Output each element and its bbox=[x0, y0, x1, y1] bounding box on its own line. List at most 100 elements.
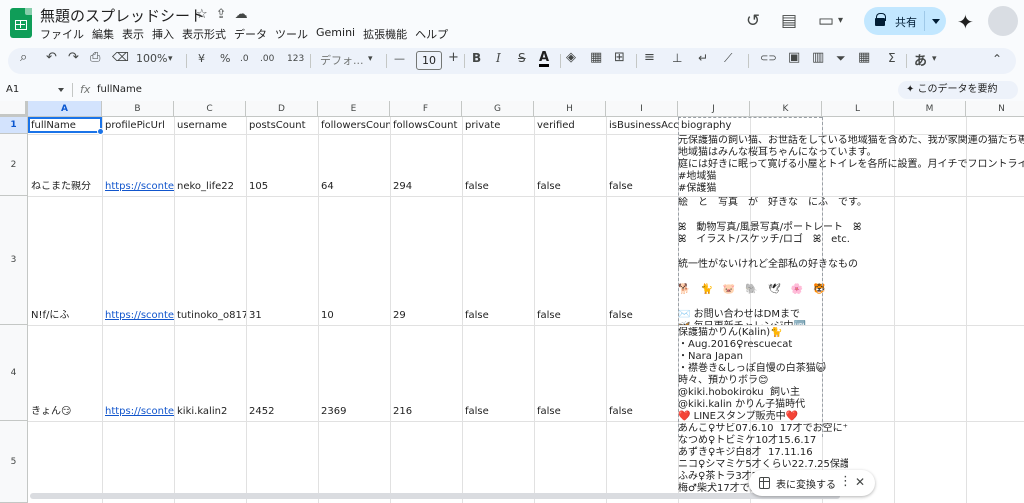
convert-to-table-chip[interactable]: 表に変換する ⋮ ✕ bbox=[749, 470, 875, 496]
header-cell[interactable]: isBusinessAccount bbox=[606, 120, 678, 132]
sheets-logo-icon[interactable] bbox=[10, 8, 32, 38]
move-to-folder-icon[interactable]: ⇪ bbox=[216, 7, 227, 22]
menu-extensions[interactable]: 拡張機能 bbox=[363, 26, 413, 42]
cell-fullname[interactable]: ねこまた親分 bbox=[28, 181, 102, 193]
cell-verified[interactable]: false bbox=[534, 406, 606, 418]
header-cell[interactable]: followsCount bbox=[390, 120, 462, 132]
horizontal-align-icon[interactable]: ≡ bbox=[644, 50, 655, 65]
insert-chart-icon[interactable]: ▥ bbox=[812, 50, 824, 65]
text-color-button[interactable]: A bbox=[539, 50, 550, 67]
cell-posts-count[interactable]: 2452 bbox=[246, 406, 318, 418]
column-header-a[interactable]: A bbox=[28, 101, 102, 117]
column-header-e[interactable]: E bbox=[318, 101, 390, 117]
cell-followers-count[interactable]: 2369 bbox=[318, 406, 390, 418]
cell-biography[interactable]: 元保護猫の飼い猫、お世話をしている地域猫を含めた、我が家関連の猫たち専用 地域猫… bbox=[678, 135, 1024, 196]
zoom-caret-icon[interactable]: ▾ bbox=[168, 54, 173, 64]
increase-decimal-button[interactable]: .00 bbox=[260, 54, 274, 64]
column-header-f[interactable]: F bbox=[390, 101, 462, 117]
meet-caret-icon[interactable]: ▾ bbox=[838, 15, 843, 26]
document-title[interactable]: 無題のスプレッドシート bbox=[40, 5, 205, 26]
decrease-font-size-button[interactable]: — bbox=[394, 52, 405, 65]
cell-posts-count[interactable]: 31 bbox=[246, 310, 318, 322]
row-header-4[interactable]: 4 bbox=[0, 325, 28, 421]
cell-username[interactable]: neko_life22 bbox=[174, 181, 246, 193]
cell-verified[interactable]: false bbox=[534, 310, 606, 322]
row-header-1[interactable]: 1 bbox=[0, 117, 28, 134]
print-icon[interactable]: ⎙ bbox=[90, 50, 100, 65]
filter-views-icon[interactable]: ▦ bbox=[858, 50, 870, 65]
text-wrap-icon[interactable]: ↵ bbox=[698, 51, 708, 65]
more-options-icon[interactable]: ⋮ bbox=[839, 474, 852, 489]
bold-button[interactable]: B bbox=[472, 51, 481, 65]
header-cell[interactable]: username bbox=[174, 120, 246, 132]
cell-is-business[interactable]: false bbox=[606, 310, 678, 322]
currency-button[interactable]: ¥ bbox=[198, 52, 205, 65]
input-tools-button[interactable]: あ bbox=[914, 50, 927, 69]
column-header-m[interactable]: M bbox=[894, 101, 966, 117]
insert-link-icon[interactable]: ⊂⊃ bbox=[760, 53, 777, 64]
cell-username[interactable]: kiki.kalin2 bbox=[174, 406, 246, 418]
star-icon[interactable]: ☆ bbox=[196, 7, 208, 22]
functions-icon[interactable]: Σ bbox=[888, 51, 896, 65]
cell-private[interactable]: false bbox=[462, 181, 534, 193]
active-cell-selection[interactable] bbox=[28, 117, 104, 135]
number-format-button[interactable]: 123 bbox=[287, 54, 304, 64]
cell-follows-count[interactable]: 216 bbox=[390, 406, 462, 418]
italic-button[interactable]: I bbox=[496, 51, 501, 65]
header-cell[interactable]: biography bbox=[678, 120, 750, 132]
fill-color-icon[interactable]: ◈ bbox=[566, 50, 576, 65]
share-button[interactable]: 共有 bbox=[864, 7, 946, 35]
menu-file[interactable]: ファイル bbox=[40, 26, 90, 42]
cell-biography[interactable]: 絵 と 写真 が 好きな にふ です。 ꕤ 動物写真/風景写真/ポートレート ꕤ… bbox=[678, 197, 1024, 325]
insert-comment-icon[interactable]: ▣ bbox=[788, 50, 800, 65]
avatar[interactable] bbox=[988, 6, 1018, 36]
cell-private[interactable]: false bbox=[462, 310, 534, 322]
close-icon[interactable]: ✕ bbox=[855, 475, 865, 489]
cell-username[interactable]: tutinoko_o817 bbox=[174, 310, 246, 322]
cell-fullname[interactable]: きょん😏 bbox=[28, 406, 102, 418]
column-header-n[interactable]: N bbox=[966, 101, 1024, 117]
cell-private[interactable]: false bbox=[462, 406, 534, 418]
name-box[interactable]: A1 bbox=[6, 84, 19, 95]
cell-biography[interactable]: 保護猫かりん(Kalin)🐈 ・Aug.2016♀rescuecat ・Nara… bbox=[678, 327, 1024, 421]
header-cell[interactable]: verified bbox=[534, 120, 606, 132]
paint-format-icon[interactable]: ⌫ bbox=[112, 50, 129, 64]
comments-icon[interactable]: ▤ bbox=[781, 11, 797, 31]
font-family-select[interactable]: デフォ... bbox=[320, 52, 364, 68]
convert-to-table-label[interactable]: 表に変換する bbox=[776, 476, 836, 491]
column-header-l[interactable]: L bbox=[822, 101, 894, 117]
horizontal-scrollbar[interactable] bbox=[30, 492, 1024, 500]
cell-is-business[interactable]: false bbox=[606, 181, 678, 193]
decrease-decimal-button[interactable]: .0 bbox=[240, 54, 249, 64]
cell-fullname[interactable]: N!f/にふ bbox=[28, 310, 102, 322]
column-header-i[interactable]: I bbox=[606, 101, 678, 117]
vertical-align-icon[interactable]: ⊥ bbox=[672, 51, 682, 65]
filter-icon[interactable]: ⏷ bbox=[836, 51, 846, 66]
cloud-status-icon[interactable]: ☁ bbox=[235, 7, 248, 22]
column-header-c[interactable]: C bbox=[174, 101, 246, 117]
header-cell[interactable]: private bbox=[462, 120, 534, 132]
menu-view[interactable]: 表示 bbox=[122, 26, 150, 42]
cell-follows-count[interactable]: 294 bbox=[390, 181, 462, 193]
input-tools-caret-icon[interactable]: ▾ bbox=[932, 54, 937, 64]
version-history-icon[interactable]: ↺ bbox=[746, 11, 760, 31]
share-dropdown-icon[interactable] bbox=[924, 11, 946, 31]
header-cell[interactable]: followersCount bbox=[318, 120, 390, 132]
menu-tools[interactable]: ツール bbox=[275, 26, 314, 42]
strikethrough-button[interactable]: S bbox=[518, 51, 526, 65]
column-header-j[interactable]: J bbox=[678, 101, 750, 117]
summarize-data-button[interactable]: ✦ このデータを要約 bbox=[898, 81, 1018, 99]
cell-followers-count[interactable]: 64 bbox=[318, 181, 390, 193]
cell-followers-count[interactable]: 10 bbox=[318, 310, 390, 322]
menu-data[interactable]: データ bbox=[234, 26, 273, 42]
formula-input[interactable]: fullName bbox=[97, 84, 142, 95]
meet-icon[interactable]: ▭ bbox=[818, 11, 834, 31]
row-header-5[interactable]: 5 bbox=[0, 421, 28, 503]
row-header-3[interactable]: 3 bbox=[0, 196, 28, 325]
menu-help[interactable]: ヘルプ bbox=[415, 26, 454, 42]
column-header-g[interactable]: G bbox=[462, 101, 534, 117]
menu-gemini[interactable]: Gemini bbox=[316, 26, 361, 42]
name-box-caret-icon[interactable] bbox=[58, 88, 64, 95]
cell-profile-pic-url[interactable]: https://scontent- bbox=[102, 181, 174, 193]
cell-verified[interactable]: false bbox=[534, 181, 606, 193]
